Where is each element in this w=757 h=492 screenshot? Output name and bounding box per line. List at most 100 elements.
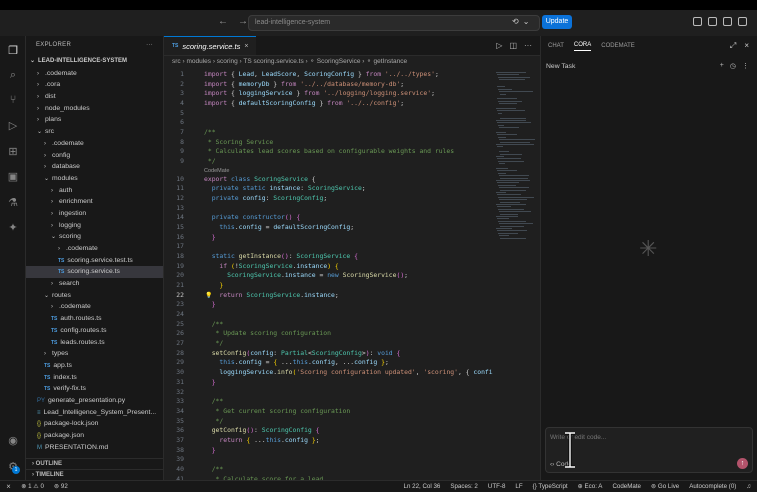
code-line[interactable]: 4 import { defaultScoringConfig } from '.…	[164, 99, 494, 109]
tab-cora[interactable]: CORA	[573, 42, 592, 51]
code-line[interactable]: 34 * Get current scoring configuration	[164, 407, 494, 417]
folder-item[interactable]: › .cora	[26, 79, 163, 91]
maximize-icon[interactable]: ⤢	[730, 41, 736, 51]
code-line[interactable]: 14 private constructor() {	[164, 213, 494, 223]
file-item[interactable]: TS auth.routes.ts	[26, 313, 163, 325]
source-control-icon[interactable]: ⑂	[6, 93, 20, 107]
search-icon[interactable]: ⌕	[6, 68, 20, 82]
accounts-icon[interactable]: ◉	[6, 434, 20, 448]
code-line[interactable]: 20 ScoringService.instance = new Scoring…	[164, 271, 494, 281]
indentation[interactable]: Spaces: 2	[450, 483, 478, 490]
code-area[interactable]: 1 import { Lead, LeadScore, ScoringConfig…	[164, 70, 494, 480]
remote-icon[interactable]: ▣	[6, 170, 20, 184]
folder-item[interactable]: › enrichment	[26, 196, 163, 208]
files-icon[interactable]: ❐	[6, 44, 20, 58]
close-icon[interactable]: ×	[744, 41, 749, 51]
codelens-codemate[interactable]: CodeMate	[164, 167, 494, 175]
toggle-panel-icon[interactable]	[708, 17, 717, 26]
code-line[interactable]: 38 }	[164, 446, 494, 456]
breadcrumb[interactable]: src › modules › scoring › TS scoring.ser…	[164, 56, 540, 68]
go-live-button[interactable]: ⊚ Go Live	[651, 483, 679, 490]
folder-item[interactable]: › auth	[26, 185, 163, 197]
folder-item[interactable]: ⌄ LEAD-INTELLIGENCE-SYSTEM	[26, 56, 163, 68]
split-editor-icon[interactable]: ◫	[509, 41, 517, 50]
run-debug-icon[interactable]: ▷	[6, 119, 20, 133]
code-line[interactable]: 11 private static instance: ScoringServi…	[164, 184, 494, 194]
folder-item[interactable]: › plans	[26, 114, 163, 126]
code-line[interactable]: 26 * Update scoring configuration	[164, 329, 494, 339]
file-item[interactable]: TS index.ts	[26, 372, 163, 384]
cursor-position[interactable]: Ln 22, Col 36	[404, 483, 441, 490]
code-line[interactable]: 9 * Calculates lead scores based on conf…	[164, 147, 494, 157]
code-line[interactable]: 27 */	[164, 339, 494, 349]
folder-item[interactable]: ⌄ modules	[26, 173, 163, 185]
code-line[interactable]: 2 import { memoryDb } from '../../databas…	[164, 80, 494, 90]
folder-item[interactable]: › .codemate	[26, 301, 163, 313]
code-line[interactable]: 13	[164, 204, 494, 214]
code-line[interactable]: 40 /**	[164, 465, 494, 475]
folder-item[interactable]: ⌄ routes	[26, 290, 163, 302]
code-line[interactable]: 21 }	[164, 281, 494, 291]
code-line[interactable]: 6	[164, 118, 494, 128]
more-actions-icon[interactable]: ···	[524, 41, 532, 50]
command-center-search[interactable]: lead-intelligence-system	[248, 15, 540, 31]
code-line[interactable]: 29 this.config = { ...this.config, ...co…	[164, 358, 494, 368]
file-item[interactable]: TS scoring.service.test.ts	[26, 255, 163, 267]
code-line[interactable]: 19 if (!ScoringService.instance) {	[164, 262, 494, 272]
back-arrow-icon[interactable]: ←	[218, 16, 228, 27]
history-icon[interactable]: ◷	[730, 62, 736, 70]
code-line[interactable]: 12 private config: ScoringConfig;	[164, 194, 494, 204]
folder-item[interactable]: › .codemate	[26, 243, 163, 255]
chevron-down-icon[interactable]: ⌄	[523, 17, 530, 26]
code-line[interactable]: 39	[164, 455, 494, 465]
code-line[interactable]: 23 }	[164, 300, 494, 310]
folder-item[interactable]: ⌄ src	[26, 126, 163, 138]
code-line[interactable]: 25 /**	[164, 320, 494, 330]
remote-indicator[interactable]: ⨯	[6, 483, 11, 490]
copilot-icon[interactable]: ⟲	[512, 17, 519, 26]
settings-icon[interactable]: ⋮	[742, 62, 749, 70]
autocomplete-status[interactable]: Autocomplete (0)	[689, 483, 736, 490]
encoding[interactable]: UTF-8	[488, 483, 506, 490]
code-line[interactable]: 8 * Scoring Service	[164, 138, 494, 148]
file-item[interactable]: TS verify-fix.ts	[26, 383, 163, 395]
chat-input-box[interactable]: Write or edit code... ‹› Code ↑	[545, 427, 753, 473]
code-line[interactable]: 9 */	[164, 157, 494, 167]
tab-chat[interactable]: CHAT	[548, 43, 564, 49]
outline-section[interactable]: › OUTLINE	[26, 458, 163, 469]
code-line[interactable]: 28 setConfig(config: Partial<ScoringConf…	[164, 349, 494, 359]
file-item[interactable]: TS leads.routes.ts	[26, 337, 163, 349]
file-item[interactable]: PY generate_presentation.py	[26, 395, 163, 407]
code-line[interactable]: 22 return ScoringService.instance; 💡	[164, 291, 494, 301]
ports-indicator[interactable]: ⊚ 92	[54, 483, 68, 490]
code-line[interactable]: 17	[164, 242, 494, 252]
folder-item[interactable]: › types	[26, 348, 163, 360]
code-line[interactable]: 37 return { ...this.config };	[164, 436, 494, 446]
close-icon[interactable]: ×	[244, 43, 248, 50]
folder-item[interactable]: › .codemate	[26, 138, 163, 150]
more-actions-icon[interactable]: ···	[146, 42, 153, 50]
code-line[interactable]: 3 import { loggingService } from '../logg…	[164, 89, 494, 99]
extensions-icon[interactable]: ⊞	[6, 145, 20, 159]
code-line[interactable]: 7/**	[164, 128, 494, 138]
code-line[interactable]: 16 }	[164, 233, 494, 243]
code-line[interactable]: 15 this.config = defaultScoringConfig;	[164, 223, 494, 233]
file-item[interactable]: TS config.routes.ts	[26, 325, 163, 337]
copilot-menu[interactable]: ⟲ ⌄	[512, 17, 529, 26]
testing-icon[interactable]: ⚗	[6, 196, 20, 210]
run-icon[interactable]: ▷	[496, 41, 502, 50]
add-icon[interactable]: +	[720, 62, 724, 70]
minimap[interactable]	[494, 70, 539, 400]
code-line[interactable]: 33 /**	[164, 397, 494, 407]
folder-item[interactable]: › config	[26, 150, 163, 162]
code-line[interactable]: 1 import { Lead, LeadScore, ScoringConfig…	[164, 70, 494, 80]
code-line[interactable]: 24	[164, 310, 494, 320]
problems-indicator[interactable]: ⊗ 1 ⚠ 0	[21, 483, 44, 490]
code-line[interactable]: 10 export class ScoringService {	[164, 175, 494, 185]
eco-status[interactable]: ⊕ Eco: A	[578, 483, 603, 490]
folder-item[interactable]: › ingestion	[26, 208, 163, 220]
folder-item[interactable]: › dist	[26, 91, 163, 103]
folder-item[interactable]: › database	[26, 161, 163, 173]
file-item[interactable]: TS app.ts	[26, 360, 163, 372]
folder-item[interactable]: › search	[26, 278, 163, 290]
